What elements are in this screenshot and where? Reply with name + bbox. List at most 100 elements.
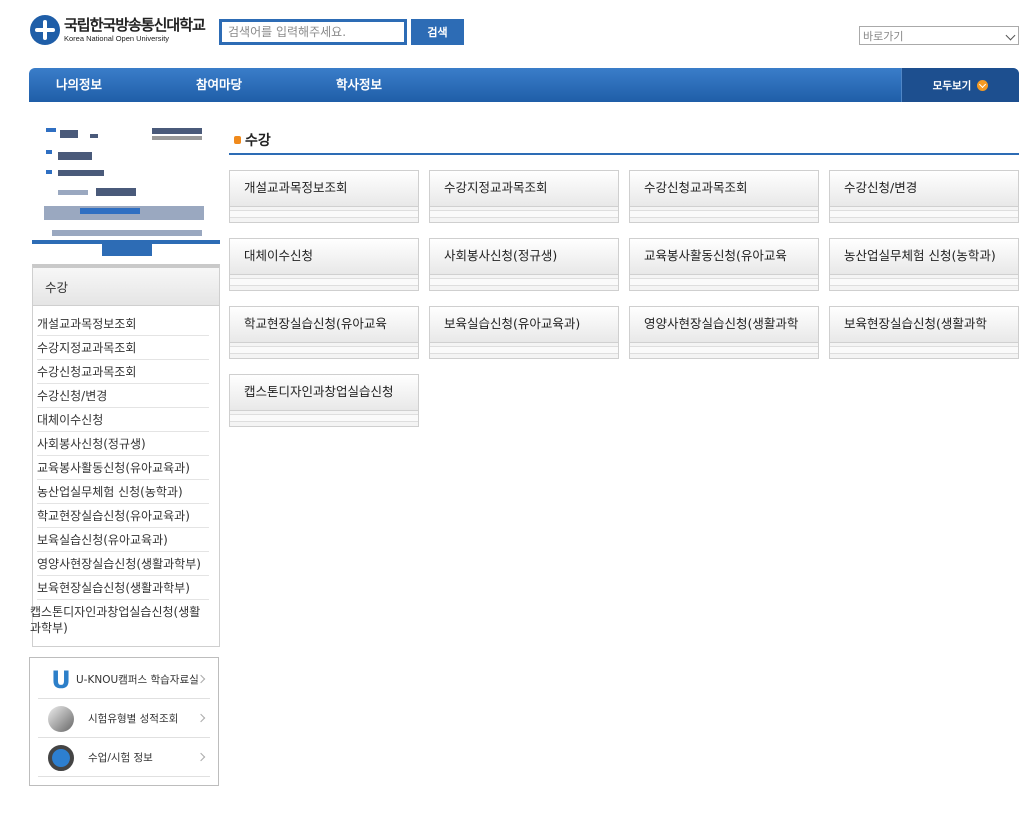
menu-card[interactable]: 보육실습신청(유아교육과) (429, 306, 619, 359)
redacted-pixel (152, 136, 202, 140)
quick-links: U U-KNOU캠퍼스 학습자료실 시험유형별 성적조회 수업/시험 정보 (29, 657, 219, 786)
redacted-pixel (46, 150, 52, 154)
redacted-pixel (58, 190, 88, 195)
view-all-label: 모두보기 (932, 79, 972, 92)
menu-card-footer (230, 210, 418, 218)
menu-card-footer (630, 278, 818, 286)
menu-card[interactable]: 농산업실무체험 신청(농학과) (829, 238, 1019, 291)
redacted-pixel (90, 134, 98, 138)
mouse-icon (48, 705, 74, 732)
side-menu-item[interactable]: 보육실습신청(유아교육과) (37, 528, 209, 552)
page-title: 수강 (245, 133, 271, 149)
menu-card[interactable]: 대체이수신청 (229, 238, 419, 291)
search-input[interactable] (219, 19, 407, 45)
side-menu-item[interactable]: 수강신청교과목조회 (37, 360, 209, 384)
side-menu-item[interactable]: 영양사현장실습신청(생활과학부) (37, 552, 209, 576)
menu-card-label: 농산업실무체험 신청(농학과) (830, 239, 1018, 275)
menu-card-footer (830, 278, 1018, 286)
redacted-pixel (80, 208, 140, 214)
menu-card-label: 영양사현장실습신청(생활과학 (630, 307, 818, 343)
bullet-icon (234, 136, 241, 144)
side-menu: 수강 개설교과목정보조회 수강지정교과목조회 수강신청교과목조회 수강신청/변경… (30, 264, 220, 647)
nav-academic-info[interactable]: 학사정보 (336, 68, 382, 102)
redacted-pixel (46, 128, 56, 132)
side-menu-item[interactable]: 보육현장실습신청(생활과학부) (37, 576, 209, 600)
side-menu-item[interactable]: 수강지정교과목조회 (37, 336, 209, 360)
university-emblem-icon (30, 15, 60, 45)
menu-card-label: 수강신청/변경 (830, 171, 1018, 207)
menu-card-footer (230, 346, 418, 354)
menu-card[interactable]: 교육봉사활동신청(유아교육 (629, 238, 819, 291)
menu-card-label: 보육실습신청(유아교육과) (430, 307, 618, 343)
redacted-pixel (152, 128, 202, 134)
menu-card-footer (230, 278, 418, 286)
section-header: 수강 (229, 124, 1019, 155)
side-menu-item[interactable]: 사회봉사신청(정규생) (37, 432, 209, 456)
user-profile-box (32, 118, 220, 256)
menu-card[interactable]: 수강신청/변경 (829, 170, 1019, 223)
menu-card-footer (430, 346, 618, 354)
main-navigation: 나의정보 참여마당 학사정보 모두보기 (29, 68, 1019, 102)
u-knou-logo-icon: U (51, 665, 71, 694)
university-logo[interactable]: 국립한국방송통신대학교 Korea National Open Universi… (30, 14, 208, 46)
side-menu-item[interactable]: 개설교과목정보조회 (37, 312, 209, 336)
menu-card-footer (630, 210, 818, 218)
goto-select-value: 바로가기 (863, 29, 904, 43)
quick-link-class-exam[interactable]: 수업/시험 정보 (38, 739, 210, 777)
menu-card-label: 개설교과목정보조회 (230, 171, 418, 207)
side-menu-item[interactable]: 교육봉사활동신청(유아교육과) (37, 456, 209, 480)
chevron-circle-down-icon (977, 79, 989, 91)
redacted-pixel (58, 152, 92, 160)
menu-card-label: 수강신청교과목조회 (630, 171, 818, 207)
redacted-pixel (46, 170, 52, 174)
side-menu-title: 수강 (33, 268, 219, 306)
menu-card-label: 학교현장실습신청(유아교육 (230, 307, 418, 343)
side-menu-item[interactable]: 농산업실무체험 신청(농학과) (37, 480, 209, 504)
menu-card[interactable]: 수강지정교과목조회 (429, 170, 619, 223)
redacted-pixel (96, 188, 136, 196)
menu-card[interactable]: 개설교과목정보조회 (229, 170, 419, 223)
menu-card-label: 보육현장실습신청(생활과학 (830, 307, 1018, 343)
menu-card[interactable]: 보육현장실습신청(생활과학 (829, 306, 1019, 359)
headphone-icon (48, 744, 74, 771)
menu-card-footer (430, 278, 618, 286)
menu-card-label: 캡스톤디자인과창업실습신청 (230, 375, 418, 411)
quick-link-label: 시험유형별 성적조회 (88, 713, 179, 725)
side-menu-item[interactable]: 대체이수신청 (37, 408, 209, 432)
view-all-button[interactable]: 모두보기 (901, 68, 1019, 102)
menu-card-label: 교육봉사활동신청(유아교육 (630, 239, 818, 275)
menu-card-footer (230, 414, 418, 422)
side-menu-item[interactable]: 캡스톤디자인과창업실습신청(생활과학부) (30, 600, 209, 639)
chevron-down-icon (1005, 30, 1016, 41)
quick-link-label: 수업/시험 정보 (88, 752, 153, 764)
menu-card[interactable]: 사회봉사신청(정규생) (429, 238, 619, 291)
side-menu-item[interactable]: 수강신청/변경 (37, 384, 209, 408)
menu-card[interactable]: 캡스톤디자인과창업실습신청 (229, 374, 419, 427)
chevron-right-icon (196, 713, 206, 723)
menu-card-footer (830, 346, 1018, 354)
menu-card-label: 수강지정교과목조회 (430, 171, 618, 207)
quick-link-grades[interactable]: 시험유형별 성적조회 (38, 700, 210, 738)
redacted-pixel (60, 130, 78, 138)
menu-card[interactable]: 학교현장실습신청(유아교육 (229, 306, 419, 359)
nav-my-info[interactable]: 나의정보 (56, 68, 102, 102)
goto-select[interactable]: 바로가기 (859, 26, 1019, 45)
search-button[interactable]: 검색 (411, 19, 464, 45)
menu-card-label: 사회봉사신청(정규생) (430, 239, 618, 275)
redacted-pixel (58, 170, 104, 176)
menu-card[interactable]: 수강신청교과목조회 (629, 170, 819, 223)
redacted-pixel (52, 230, 202, 236)
menu-card-footer (830, 210, 1018, 218)
nav-community[interactable]: 참여마당 (196, 68, 242, 102)
logo-korean-name: 국립한국방송통신대학교 (64, 15, 206, 34)
logo-english-name: Korea National Open University (64, 33, 170, 43)
profile-tab (102, 244, 152, 256)
side-menu-item[interactable]: 학교현장실습신청(유아교육과) (37, 504, 209, 528)
menu-card-footer (630, 346, 818, 354)
chevron-right-icon (196, 752, 206, 762)
menu-card-label: 대체이수신청 (230, 239, 418, 275)
quick-link-label: U-KNOU캠퍼스 학습자료실 (76, 674, 199, 686)
menu-card-footer (430, 210, 618, 218)
menu-card[interactable]: 영양사현장실습신청(생활과학 (629, 306, 819, 359)
quick-link-u-knou[interactable]: U U-KNOU캠퍼스 학습자료실 (38, 661, 210, 699)
